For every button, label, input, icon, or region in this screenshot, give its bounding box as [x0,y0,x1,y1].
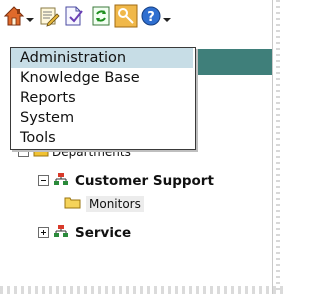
home-icon [3,5,25,31]
dropdown-arrow-icon [26,9,34,28]
toolbar: ? [2,3,272,33]
org-chart-icon [53,223,69,242]
menu-item-tools[interactable]: Tools [11,128,193,148]
home-menu-dropdown[interactable] [26,7,34,29]
tree-label-monitors: Monitors [86,195,144,212]
torn-right-edge [272,0,286,294]
search-key-icon [114,4,138,32]
tree-leaf-monitors[interactable]: Monitors [64,194,144,213]
menu-item-administration[interactable]: Administration [11,48,193,68]
refresh-icon [90,5,112,31]
refresh-button[interactable] [90,5,112,31]
torn-bottom-edge [0,286,285,294]
menu-item-system[interactable]: System [11,108,193,128]
expand-toggle[interactable] [38,227,49,238]
edit-notes-button[interactable] [38,7,60,29]
dropdown-arrow-icon [163,9,171,28]
svg-text:?: ? [147,10,155,25]
folder-icon [64,194,81,213]
notepad-edit-icon [38,5,60,31]
search-key-button[interactable] [114,4,138,32]
new-document-icon [62,5,84,31]
home-button[interactable] [3,5,25,31]
collapse-toggle[interactable] [38,175,49,186]
help-icon: ? [140,5,162,31]
tree-node-customer-support[interactable]: Customer Support [38,171,214,190]
org-chart-icon [53,171,69,190]
app-frame: ? n Departments [0,0,286,294]
new-document-button[interactable] [62,5,84,31]
tree-label-customer-support: Customer Support [75,172,214,189]
tree-label-service: Service [75,224,132,241]
menu-item-knowledge-base[interactable]: Knowledge Base [11,68,193,88]
tree-node-service[interactable]: Service [38,223,131,242]
help-button[interactable]: ? [140,5,162,31]
help-menu-dropdown[interactable] [163,7,171,29]
home-dropdown-menu: Administration Knowledge Base Reports Sy… [10,47,196,150]
menu-item-reports[interactable]: Reports [11,88,193,108]
